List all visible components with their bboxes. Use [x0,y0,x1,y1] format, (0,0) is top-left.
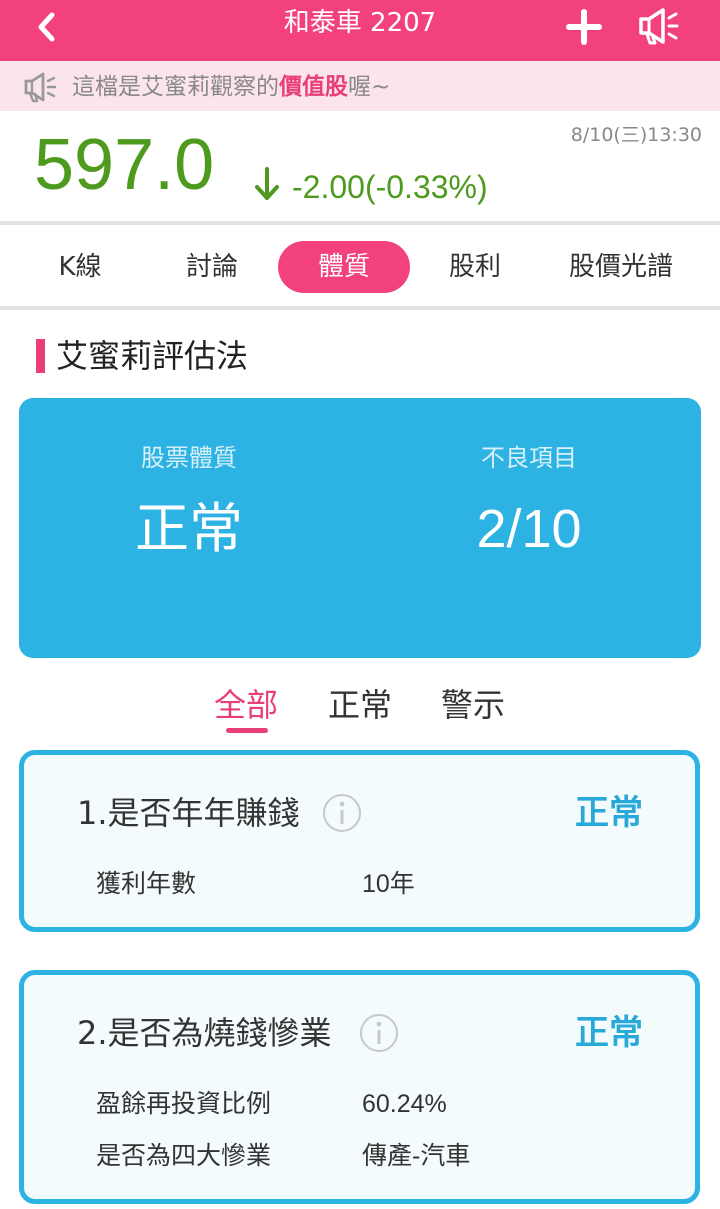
filter-active-underline [226,728,268,733]
filter-warning[interactable]: 警示 [441,684,505,726]
megaphone-icon[interactable] [636,6,684,46]
section-accent-bar [36,339,45,373]
tab-price-spectrum[interactable]: 股價光譜 [556,241,686,293]
metric-label: 是否為四大慘業 [96,1141,272,1170]
divider [0,221,720,225]
tab-dividend[interactable]: 股利 [425,241,525,293]
page-title: 和泰車 2207 [283,8,437,38]
summary-card: 股票體質 正常 不良項目 2/10 [19,398,701,658]
tab-bar: K線 討論 體質 股利 股價光譜 [0,227,720,307]
criterion-status: 正常 [575,1013,643,1053]
metric-label: 獲利年數 [96,869,197,898]
filter-all[interactable]: 全部 [214,684,278,726]
quote-timestamp: 8/10(三)13:30 [570,124,702,146]
criterion-card[interactable]: 1.是否年年賺錢 正常 獲利年數 10年 [19,750,700,932]
section-title: 艾蜜莉評估法 [56,337,249,375]
metric-value: 60.24% [362,1090,447,1118]
divider [0,306,720,310]
megaphone-icon [24,72,57,103]
criterion-title: 1.是否年年賺錢 [77,794,300,832]
top-app-bar: 和泰車 2207 [0,0,720,61]
price-quote: 597.0 -2.00(-0.33%) 8/10(三)13:30 [0,111,720,223]
tab-kline[interactable]: K線 [30,241,130,293]
metric-value: 傳產-汽車 [362,1142,471,1170]
metric-value: 10年 [362,870,415,898]
criterion-status: 正常 [575,793,643,833]
price-change: -2.00(-0.33%) [292,169,488,205]
bad-items-value: 2/10 [476,499,582,559]
stock-price: 597.0 [34,125,215,205]
health-label: 股票體質 [141,444,237,472]
health-value: 正常 [135,499,243,559]
info-icon[interactable] [359,1013,399,1053]
plus-icon[interactable] [565,8,603,46]
notice-text: 這檔是艾蜜莉觀察的價值股喔~ [72,74,391,100]
criterion-card[interactable]: 2.是否為燒錢慘業 正常 盈餘再投資比例 60.24% 是否為四大慘業 傳產-汽… [19,970,700,1204]
metric-label: 盈餘再投資比例 [96,1089,272,1118]
info-icon[interactable] [322,793,362,833]
notice-banner[interactable]: 這檔是艾蜜莉觀察的價值股喔~ [0,61,720,111]
arrow-down-icon [255,167,279,200]
notice-highlight: 價值股 [279,74,348,100]
filter-normal[interactable]: 正常 [328,684,392,726]
tab-discussion[interactable]: 討論 [162,241,262,293]
bad-items-label: 不良項目 [481,444,577,472]
criterion-title: 2.是否為燒錢慘業 [77,1014,332,1052]
tab-fundamentals[interactable]: 體質 [278,241,410,293]
